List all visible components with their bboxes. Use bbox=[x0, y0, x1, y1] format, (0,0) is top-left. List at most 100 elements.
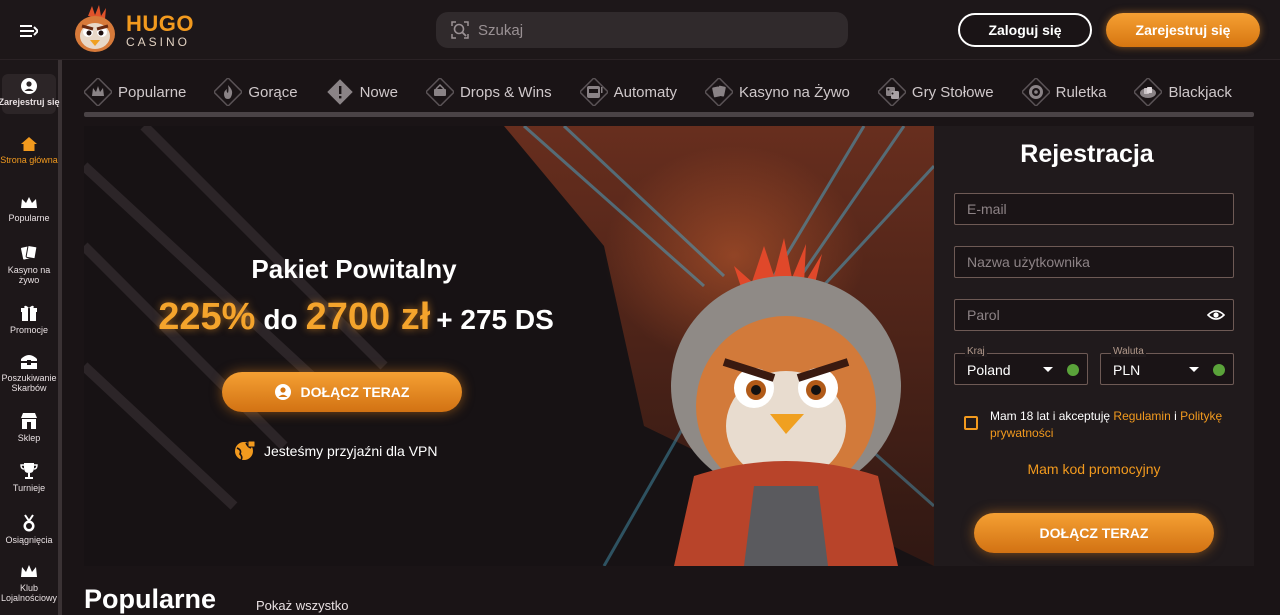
sidebar-item-home[interactable]: Strona główna bbox=[0, 136, 58, 165]
username-field-wrapper bbox=[954, 246, 1234, 278]
section-title: Popularne bbox=[84, 584, 217, 614]
country-value: Poland bbox=[967, 362, 1011, 378]
category-label: Popularne bbox=[118, 83, 187, 101]
vpn-text: Jesteśmy przyjaźni dla VPN bbox=[264, 443, 438, 459]
promo-title: Pakiet Powitalny bbox=[251, 254, 457, 284]
register-button[interactable]: Zarejestruj się bbox=[1106, 13, 1260, 47]
password-field-wrapper bbox=[954, 299, 1234, 331]
registration-title: Rejestracja bbox=[1020, 140, 1154, 168]
category-label: Drops & Wins bbox=[459, 83, 552, 101]
promo-offer: 225% do 2700 zł + 275 DS bbox=[126, 296, 586, 339]
sidebar-item-promotions[interactable]: Promocje bbox=[0, 304, 58, 335]
terms-link[interactable]: Regulamin bbox=[1113, 409, 1170, 423]
sidebar-item-shop[interactable]: Sklep bbox=[0, 412, 58, 443]
registration-panel: Rejestracja Kraj Poland Waluta PLN Mam 1… bbox=[934, 126, 1254, 566]
terms-text: Mam 18 lat i akceptuję Regulamin i Polit… bbox=[990, 408, 1240, 442]
category-label: Ruletka bbox=[1055, 83, 1107, 101]
sidebar-item-label: Popularne bbox=[8, 213, 50, 223]
promo-extra: + 275 DS bbox=[436, 304, 554, 335]
email-field[interactable] bbox=[955, 194, 1233, 224]
sidebar-item-loyalty-club[interactable]: Klub Lojalnościowy bbox=[0, 564, 58, 603]
login-button[interactable]: Zaloguj się bbox=[958, 13, 1092, 47]
valid-check-icon bbox=[1213, 364, 1225, 376]
terms-prefix: Mam 18 lat i akceptuję bbox=[990, 409, 1111, 423]
home-icon bbox=[21, 137, 37, 151]
banner-join-label: DOŁĄCZ TERAZ bbox=[300, 384, 410, 400]
roulette-icon bbox=[1021, 78, 1050, 106]
logo-wordmark: HUGO bbox=[126, 10, 194, 36]
treasure-chest-icon bbox=[21, 355, 37, 369]
currency-value: PLN bbox=[1113, 362, 1141, 378]
search-icon bbox=[451, 21, 469, 39]
sidebar-item-register[interactable]: Zarejestruj się bbox=[0, 74, 60, 114]
live-cards-icon bbox=[705, 78, 734, 106]
show-password-icon[interactable] bbox=[1207, 308, 1225, 322]
trophy-icon bbox=[20, 463, 38, 479]
search-input[interactable] bbox=[478, 21, 838, 39]
gift-icon bbox=[21, 305, 37, 321]
sidebar-item-tournaments[interactable]: Turnieje bbox=[0, 462, 58, 493]
crown-icon bbox=[84, 78, 112, 106]
sidebar-item-label: Sklep bbox=[17, 433, 41, 443]
category-new[interactable]: Nowe bbox=[326, 75, 426, 109]
welcome-banner: Pakiet Powitalny 225% do 2700 zł + 275 D… bbox=[84, 126, 934, 566]
email-field-wrapper bbox=[954, 193, 1234, 225]
category-roulette[interactable]: Ruletka bbox=[1021, 75, 1135, 109]
terms-checkbox[interactable] bbox=[964, 416, 978, 430]
category-label: Gorące bbox=[248, 83, 298, 101]
crown-icon bbox=[21, 197, 37, 208]
promo-amount: 2700 zł bbox=[305, 296, 431, 338]
category-label: Nowe bbox=[359, 83, 398, 101]
category-blackjack[interactable]: Blackjack bbox=[1134, 75, 1259, 109]
blackjack-icon bbox=[1134, 78, 1163, 106]
category-scrollbar[interactable] bbox=[84, 112, 1254, 117]
banner-background-art bbox=[84, 126, 934, 566]
terms-and: i bbox=[1174, 409, 1177, 423]
flame-icon bbox=[214, 78, 243, 106]
promo-code-link[interactable]: Mam kod promocyjny bbox=[934, 461, 1254, 477]
password-field[interactable] bbox=[955, 300, 1233, 330]
slot-machine-icon bbox=[579, 78, 608, 106]
show-all-link[interactable]: Pokaż wszystko bbox=[256, 598, 348, 613]
sidebar-item-achievements[interactable]: Osiągnięcia bbox=[0, 514, 58, 545]
sidebar-item-treasure-hunt[interactable]: Poszukiwanie Skarbów bbox=[0, 352, 58, 393]
category-slots[interactable]: Automaty bbox=[579, 75, 705, 109]
sidebar-item-label: Strona główna bbox=[0, 155, 58, 165]
sidebar-item-label: Promocje bbox=[9, 325, 48, 335]
category-hot[interactable]: Gorące bbox=[214, 75, 325, 109]
sidebar-item-live-casino[interactable]: Kasyno na żywo bbox=[0, 244, 58, 285]
vpn-notice: Jesteśmy przyjaźni dla VPN bbox=[234, 440, 438, 462]
registration-join-button[interactable]: DOŁĄCZ TERAZ bbox=[974, 513, 1214, 553]
user-icon bbox=[21, 78, 37, 94]
sidebar-item-label: Osiągnięcia bbox=[5, 535, 53, 545]
hugo-casino-logo[interactable]: HUGO CASINO bbox=[68, 4, 194, 56]
currency-label: Waluta bbox=[1111, 346, 1146, 357]
username-field[interactable] bbox=[955, 247, 1233, 277]
category-live-casino[interactable]: Kasyno na Żywo bbox=[705, 75, 878, 109]
currency-select[interactable]: Waluta PLN bbox=[1100, 346, 1234, 385]
exclamation-icon bbox=[326, 78, 354, 106]
category-popular[interactable]: Popularne bbox=[84, 75, 214, 109]
sidebar-item-popular[interactable]: Popularne bbox=[0, 196, 58, 223]
top-header: HUGO CASINO Zaloguj się Zarejestruj się bbox=[0, 0, 1280, 60]
promo-percent: 225% bbox=[158, 296, 256, 338]
shop-icon bbox=[21, 413, 37, 429]
sidebar-item-label: Klub Lojalnościowy bbox=[0, 583, 58, 603]
sidebar-item-label: Kasyno na żywo bbox=[7, 265, 51, 285]
drops-wins-icon bbox=[425, 78, 454, 106]
banner-join-button[interactable]: DOŁĄCZ TERAZ bbox=[222, 372, 462, 412]
logo-subtitle: CASINO bbox=[126, 34, 191, 49]
category-drops-wins[interactable]: Drops & Wins bbox=[425, 75, 580, 109]
menu-toggle-icon[interactable] bbox=[14, 18, 44, 44]
search-bar[interactable] bbox=[436, 12, 848, 48]
crown-loyalty-icon bbox=[21, 565, 37, 577]
category-table-games[interactable]: Gry Stołowe bbox=[877, 75, 1022, 109]
category-label: Gry Stołowe bbox=[911, 83, 994, 101]
sidebar-item-label: Turnieje bbox=[12, 483, 46, 493]
sidebar-item-label: Poszukiwanie Skarbów bbox=[1, 373, 57, 393]
country-label: Kraj bbox=[965, 346, 987, 357]
dice-icon bbox=[877, 78, 906, 106]
category-nav: Popularne Gorące Nowe Drops & Wins Autom… bbox=[84, 72, 1280, 112]
medal-icon bbox=[23, 514, 35, 532]
country-select[interactable]: Kraj Poland bbox=[954, 346, 1088, 385]
